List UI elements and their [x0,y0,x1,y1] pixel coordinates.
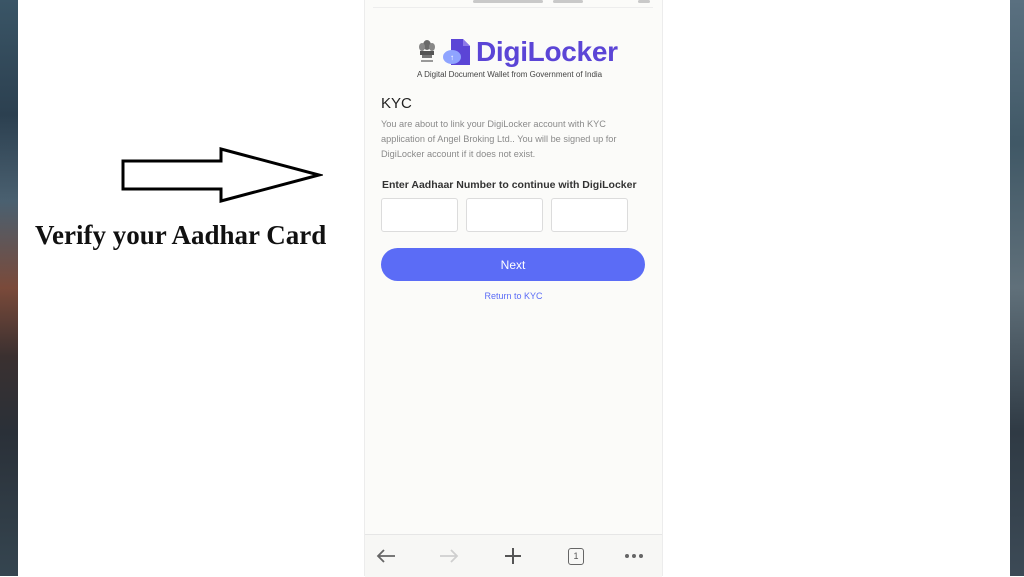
aadhaar-input-part-2[interactable] [466,198,543,232]
page-title: KYC [381,95,412,112]
background-photo-left [0,0,18,576]
annotation-caption: Verify your Aadhar Card [35,220,327,250]
tab-count: 1 [568,547,584,565]
forward-arrow-icon[interactable] [436,543,462,569]
aadhaar-input-part-3[interactable] [551,198,628,232]
svg-text:↑: ↑ [450,53,454,62]
brand-name: DigiLocker [476,36,618,67]
phone-screen: ↑ DigiLocker A Digital Document Wallet f… [364,0,663,577]
aadhaar-field-label: Enter Aadhaar Number to continue with Di… [382,179,637,191]
browser-bottom-bar: 1 [365,534,662,577]
brand-tagline: A Digital Document Wallet from Governmen… [417,70,603,79]
next-button[interactable]: Next [381,248,645,281]
more-dots-icon[interactable] [621,543,647,569]
digilocker-document-icon: ↑ [443,39,470,65]
aadhaar-input-part-1[interactable] [381,198,458,232]
return-to-kyc-link[interactable]: Return to KYC [365,291,662,301]
pointer-arrow-icon [121,147,323,203]
background-photo-right [1010,0,1024,576]
plus-icon[interactable] [500,543,526,569]
digilocker-logo: ↑ DigiLocker A Digital Document Wallet f… [417,36,618,84]
tab-count-icon[interactable]: 1 [563,543,589,569]
back-arrow-icon[interactable] [373,543,399,569]
kyc-description: You are about to link your DigiLocker ac… [381,119,617,159]
browser-top-strip [373,0,653,8]
national-emblem-icon [419,40,435,62]
